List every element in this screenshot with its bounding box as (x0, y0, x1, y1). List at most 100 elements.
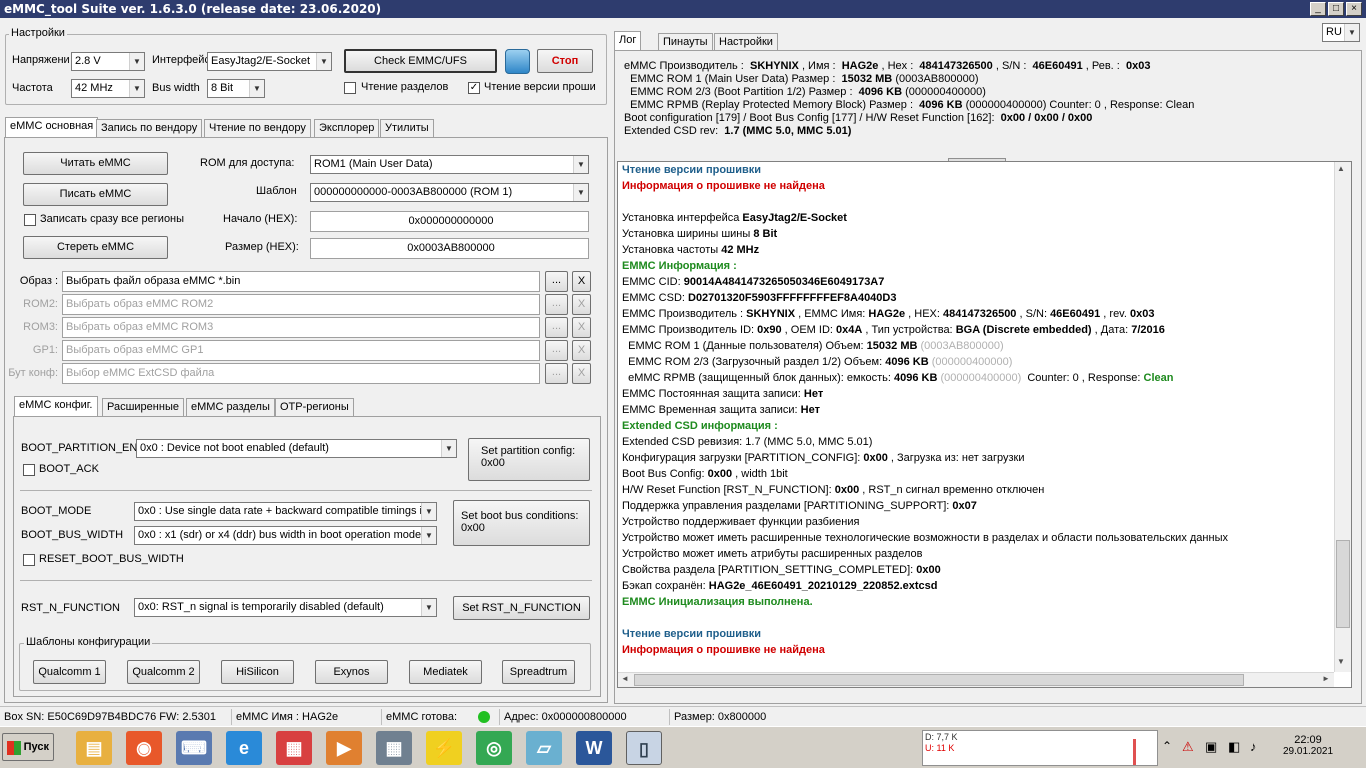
size-input[interactable]: 0x0003AB800000 (310, 238, 589, 259)
tab-right-settings[interactable]: Настройки (714, 33, 778, 51)
clear-button[interactable]: X (572, 271, 591, 292)
chrome-icon[interactable]: ◎ (476, 731, 512, 765)
set-boot-bus-button[interactable]: Set boot bus conditions: 0x00 (453, 500, 590, 546)
template-select[interactable]: 000000000000-0003AB800000 (ROM 1) ▼ (310, 183, 589, 202)
erase-emmc-button[interactable]: Стереть eMMC (23, 236, 168, 259)
set-partition-button[interactable]: Set partition config: 0x00 (468, 438, 590, 481)
boot-ack-checkbox[interactable] (23, 464, 35, 476)
read-fw-checkbox[interactable]: ✓ (468, 82, 480, 94)
media-icon[interactable]: ▶ (326, 731, 362, 765)
image-path-input[interactable]: Выбрать файл образа eMMC *.bin (62, 271, 540, 292)
tab-pinouts[interactable]: Пинауты (658, 33, 713, 51)
notebook-icon[interactable]: ▱ (526, 731, 562, 765)
network-graph: D: 7,7 K U: 11 K (922, 730, 1158, 766)
tab-read-vendor[interactable]: Чтение по вендору (204, 119, 311, 137)
scroll-right-icon[interactable]: ► (1322, 674, 1330, 683)
log-segment: 46E60491 (1050, 308, 1101, 320)
boot-partition-select[interactable]: 0x0 : Device not boot enabled (default) ▼ (136, 439, 457, 458)
template-button[interactable]: Spreadtrum (502, 660, 575, 684)
boot-mode-label: BOOT_MODE (21, 505, 92, 517)
graph-spike (1133, 739, 1136, 765)
stop-button[interactable]: Стоп (537, 49, 593, 73)
start-button[interactable]: Пуск (2, 733, 54, 761)
log-hscrollbar[interactable]: ◄ ► (618, 672, 1334, 687)
template-button[interactable]: Exynos (315, 660, 388, 684)
log-vscrollbar[interactable]: ▲ ▼ (1334, 162, 1351, 672)
clock[interactable]: 22:09 29.01.2021 (1283, 734, 1333, 757)
tray-usb-icon[interactable]: ◧ (1228, 739, 1240, 755)
tab-explorer[interactable]: Эксплорер (314, 119, 380, 137)
refresh-icon[interactable] (505, 49, 530, 74)
template-button[interactable]: HiSilicon (221, 660, 294, 684)
subtab-emmc-partitions[interactable]: eMMC разделы (186, 398, 275, 416)
subtab-extended[interactable]: Расширенные (102, 398, 184, 416)
bus-select[interactable]: 8 Bit ▼ (207, 79, 265, 98)
network-icon[interactable]: ⌨ (176, 731, 212, 765)
ie-icon[interactable]: e (226, 731, 262, 765)
tray-expand-icon[interactable]: ⌃ (1162, 739, 1172, 753)
tab-write-vendor[interactable]: Запись по вендору (96, 119, 203, 137)
log-line: EMMC CSD: D02701320F5903FFFFFFFFEF8A4040… (622, 290, 896, 306)
minimize-button[interactable]: _ (1310, 2, 1326, 16)
browse-button[interactable]: ... (545, 271, 568, 292)
template-button[interactable]: Qualcomm 1 (33, 660, 106, 684)
lightning-icon[interactable]: ⚡ (426, 731, 462, 765)
tray-network-icon[interactable]: ⚠ (1182, 739, 1194, 755)
explorer-icon[interactable]: ▤ (76, 731, 112, 765)
boot-bus-width-label: BOOT_BUS_WIDTH (21, 529, 124, 541)
reset-boot-bus-checkbox[interactable] (23, 554, 35, 566)
scroll-up-icon[interactable]: ▲ (1337, 164, 1345, 173)
log-segment: eMMC RPMB (защищенный блок данных): емко… (622, 372, 895, 384)
interface-select[interactable]: EasyJtag2/E-Socket ▼ (207, 52, 332, 71)
log-segment: Конфигурация загрузки [PARTITION_CONFIG]… (622, 452, 864, 464)
log-segment: 7/2016 (1131, 324, 1165, 336)
log-area[interactable]: Чтение версии прошивки Информация о проши… (617, 161, 1352, 688)
template-button[interactable]: Mediatek (409, 660, 482, 684)
read-parts-checkbox[interactable] (344, 82, 356, 94)
voltage-label: Напряжени (12, 54, 70, 66)
scroll-down-icon[interactable]: ▼ (1337, 657, 1345, 666)
subtab-otp-regions[interactable]: OTP-регионы (275, 398, 354, 416)
start-input[interactable]: 0x000000000000 (310, 211, 589, 232)
set-rst-n-button[interactable]: Set RST_N_FUNCTION (453, 596, 590, 620)
vscroll-thumb[interactable] (1336, 540, 1350, 628)
subtab-emmc-config[interactable]: eMMC конфиг. (14, 396, 98, 416)
hscroll-thumb[interactable] (634, 674, 1244, 686)
tab-log[interactable]: Лог (614, 31, 642, 51)
boot-mode-select[interactable]: 0x0 : Use single data rate + backward co… (134, 502, 437, 521)
chevron-down-icon: ▼ (129, 53, 144, 70)
tray-device-icon[interactable]: ▣ (1205, 739, 1217, 755)
read-emmc-button[interactable]: Читать eMMC (23, 152, 168, 175)
language-select[interactable]: RU ▼ (1322, 23, 1360, 42)
clear-button: X (572, 363, 591, 384)
log-segment: Нет (803, 388, 824, 400)
chevron-down-icon: ▼ (1344, 24, 1359, 41)
log-segment: Бэкап сохранён: (622, 580, 709, 592)
scroll-left-icon[interactable]: ◄ (621, 674, 629, 683)
emmc-tool-icon[interactable]: ▯ (626, 731, 662, 765)
voltage-select[interactable]: 2.8 V ▼ (71, 52, 145, 71)
template-button[interactable]: Qualcomm 2 (127, 660, 200, 684)
log-segment: EMMC Временная защита записи: (622, 404, 801, 416)
check-emmc-button[interactable]: Check EMMC/UFS (344, 49, 497, 73)
rom-select[interactable]: ROM1 (Main User Data) ▼ (310, 155, 589, 174)
write-emmc-button[interactable]: Писать eMMC (23, 183, 168, 206)
calendar-icon[interactable]: ▦ (276, 731, 312, 765)
firefox-icon[interactable]: ◉ (126, 731, 162, 765)
log-segment: Устройство может иметь расширенные техно… (622, 532, 1228, 544)
tray-volume-icon[interactable]: ♪ (1250, 739, 1257, 754)
tab-emmc-basic[interactable]: eMMC основная (5, 117, 99, 137)
log-line: Extended CSD ревизия: 1.7 (MMC 5.0, MMC … (622, 434, 872, 450)
write-all-checkbox[interactable] (24, 214, 36, 226)
log-segment: , Загрузка из: нет загрузки (887, 452, 1025, 464)
rst-n-select[interactable]: 0x0: RST_n signal is temporarily disable… (134, 598, 437, 617)
freq-select[interactable]: 42 MHz ▼ (71, 79, 145, 98)
log-line: EMMC ROM 2/3 (Загрузочный раздел 1/2) Об… (622, 354, 1012, 370)
close-button[interactable]: × (1346, 2, 1362, 16)
maximize-button[interactable]: □ (1328, 2, 1344, 16)
word-icon[interactable]: W (576, 731, 612, 765)
tab-utilities[interactable]: Утилиты (380, 119, 434, 137)
log-segment: (000000400000) (937, 372, 1022, 384)
boot-bus-width-select[interactable]: 0x0 : x1 (sdr) or x4 (ddr) bus width in … (134, 526, 437, 545)
calculator-icon[interactable]: ▦ (376, 731, 412, 765)
